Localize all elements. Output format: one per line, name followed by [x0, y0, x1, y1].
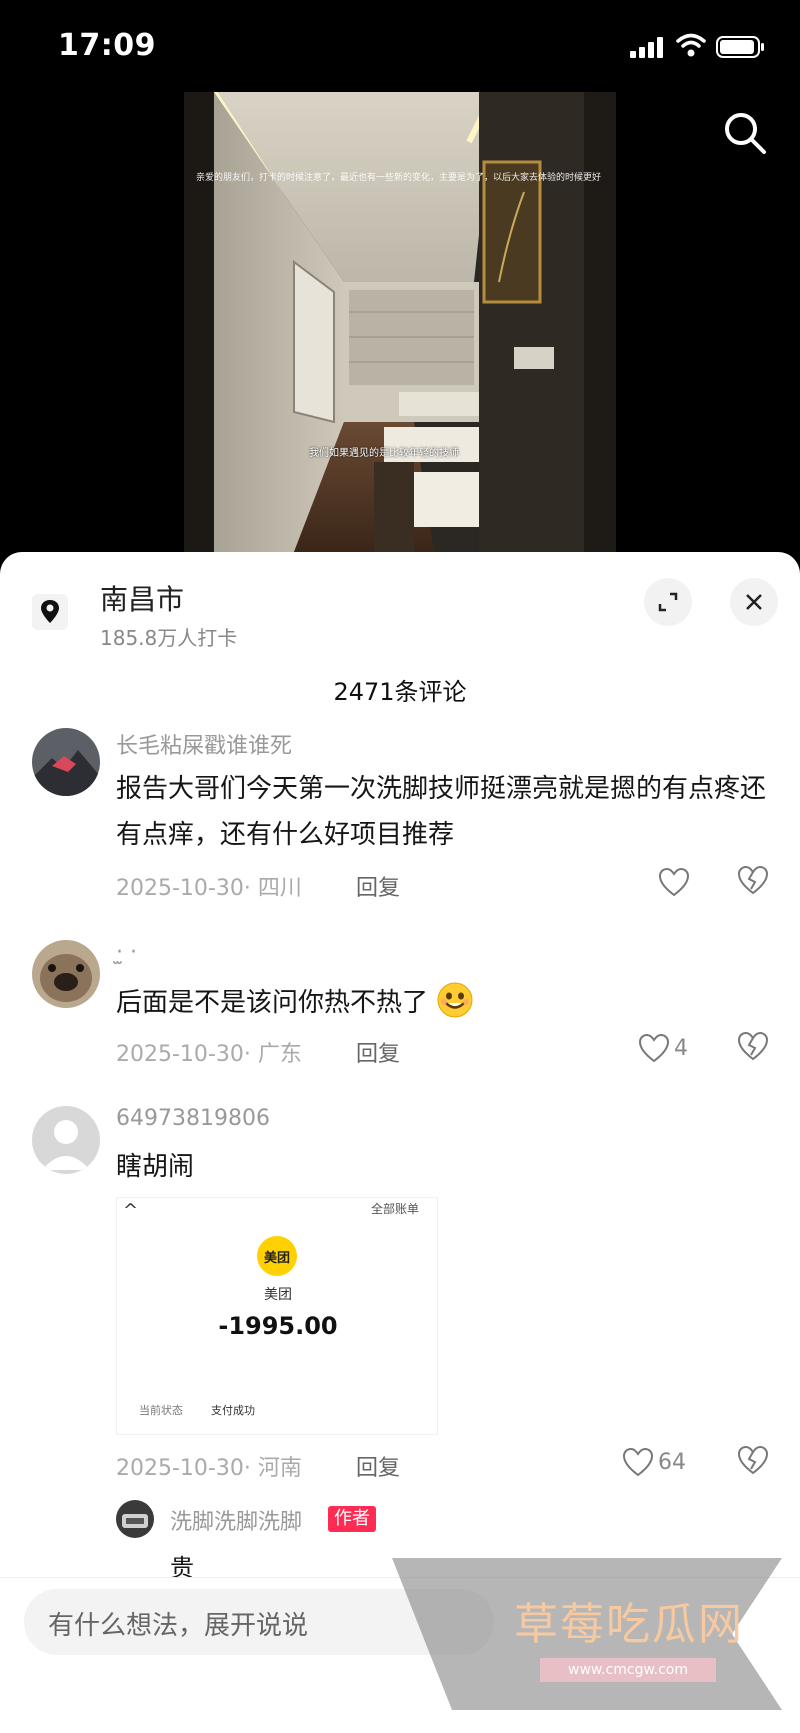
close-icon: [746, 594, 762, 610]
comment-text-line: 后面是不是该问你热不热了: [116, 980, 474, 1026]
video-caption-mid: 我们如果遇见的是比较年轻的技师: [309, 448, 459, 459]
avatar[interactable]: [32, 728, 100, 796]
location-pin-icon: [32, 594, 68, 630]
reply-button[interactable]: 回复: [356, 870, 400, 902]
heart-icon: [658, 867, 690, 897]
comment-username[interactable]: ·̫ ·: [116, 940, 137, 965]
attachment-back-glyph: ^: [123, 1200, 139, 1221]
like-button[interactable]: [658, 864, 694, 900]
close-button[interactable]: [730, 578, 778, 626]
comment-text: 后面是不是该问你热不热了: [116, 988, 429, 1018]
watermark: 草莓吃瓜网 www.cmcgw.com: [392, 1558, 792, 1710]
merchant-name: 美团: [264, 1287, 292, 1303]
comment-date: 2025-10-30· 广东: [116, 1042, 302, 1067]
reply-button[interactable]: 回复: [356, 1036, 400, 1068]
comments-sheet: 南昌市 185.8万人打卡 2471条评论 长毛粘屎戳谁谁死 报告大哥们今天第一…: [0, 552, 800, 1733]
reply-avatar[interactable]: [116, 1500, 154, 1538]
status-bar: 17:09: [0, 0, 800, 92]
payment-amount: -1995.00: [218, 1312, 338, 1340]
location-checkins: 185.8万人打卡: [100, 626, 238, 650]
like-button[interactable]: 4: [638, 1030, 688, 1066]
comment-date: 2025-10-30· 河南: [116, 1456, 302, 1481]
battery-icon: [716, 36, 764, 58]
comment-text: 报告大哥们今天第一次洗脚技师挺漂亮就是摁的有点疼还有点痒，还有什么好项目推荐: [116, 774, 767, 850]
avatar[interactable]: [32, 1106, 100, 1174]
signal-icon: [630, 37, 663, 58]
reply-button[interactable]: 回复: [356, 1450, 400, 1482]
reply-username[interactable]: 洗脚洗脚洗脚: [170, 1504, 302, 1536]
comment-image-attachment[interactable]: ^ 全部账单 美团 美团 -1995.00 当前状态 支付成功: [116, 1197, 438, 1435]
watermark-text: 草莓吃瓜网: [514, 1599, 744, 1650]
author-badge: 作者: [328, 1506, 376, 1532]
comment-count: 2471条评论: [333, 678, 467, 706]
comment-username[interactable]: 长毛粘屎戳谁谁死: [116, 728, 292, 760]
video-player[interactable]: 亲爱的朋友们，打卡的时候注意了，最近也有一些新的变化，主要是为了，以后大家去体验…: [184, 92, 616, 552]
wifi-icon: [676, 33, 706, 57]
watermark-url: www.cmcgw.com: [540, 1658, 716, 1682]
dislike-button[interactable]: [736, 1444, 770, 1476]
heart-icon: [622, 1447, 654, 1477]
comment-text: 瞎胡闹: [116, 1152, 195, 1182]
location-city[interactable]: 南昌市: [100, 578, 184, 618]
comment-input-placeholder: 有什么想法，展开说说: [48, 1611, 309, 1641]
status-time: 17:09: [58, 28, 156, 63]
avatar[interactable]: [32, 940, 100, 1008]
attachment-all-bills: 全部账单: [371, 1202, 420, 1216]
search-icon[interactable]: [722, 110, 768, 156]
like-count: 4: [674, 1035, 688, 1061]
payment-status-value: 支付成功: [211, 1404, 255, 1417]
payment-status-label: 当前状态: [139, 1404, 183, 1417]
dislike-button[interactable]: [736, 1030, 770, 1062]
video-caption-top: 亲爱的朋友们，打卡的时候注意了，最近也有一些新的变化，主要是为了，以后大家去体验…: [196, 173, 602, 183]
expand-button[interactable]: [644, 578, 692, 626]
comment-username[interactable]: 64973819806: [116, 1106, 270, 1131]
expand-icon: [658, 592, 678, 612]
dislike-button[interactable]: [736, 864, 770, 896]
smile-emoji-icon: [437, 982, 473, 1018]
heart-icon: [638, 1033, 670, 1063]
comment-date: 2025-10-30· 四川: [116, 876, 302, 901]
video-frame: [184, 92, 616, 552]
like-button[interactable]: 64: [622, 1444, 686, 1480]
meituan-logo: 美团: [257, 1236, 297, 1276]
like-count: 64: [658, 1449, 686, 1475]
